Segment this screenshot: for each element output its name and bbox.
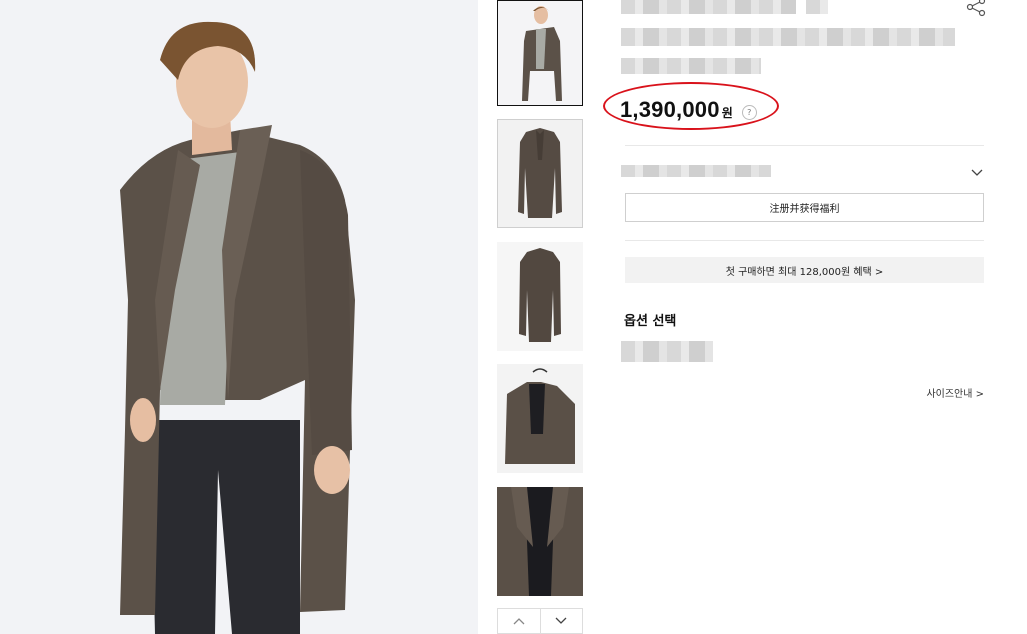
coat-lining-image [497,364,583,473]
main-product-image[interactable] [0,0,478,634]
option-select-title: 옵션 선택 [624,314,677,329]
thumbnail-1[interactable] [497,0,583,106]
thumbnail-nav [497,608,583,634]
brand-name-blurred [621,0,796,14]
size-guide-link[interactable]: 사이즈안내 > [926,385,984,400]
share-icon[interactable] [965,0,987,18]
chevron-down-icon [555,617,567,624]
chevron-up-icon [513,618,525,625]
thumb-down-button[interactable] [539,609,583,633]
divider [625,240,984,241]
thumbnail-2[interactable] [497,119,583,228]
benefit-info-blurred [621,165,771,177]
thumbnail-3[interactable] [497,242,583,351]
divider [625,145,984,146]
thumbnail-4[interactable] [497,364,583,473]
chevron-down-icon[interactable] [970,165,984,179]
product-name-blurred [621,28,955,46]
price-highlight-annotation [603,82,779,130]
first-purchase-promo-banner[interactable]: 첫 구매하면 최대 128,000원 혜택 > [625,257,984,283]
option-value-blurred [621,341,713,362]
coat-back-image [497,242,583,351]
register-benefit-button[interactable]: 注册并获得福利 [625,193,984,222]
brand-name-blurred-2 [806,0,828,14]
model-wearing-coat-illustration [0,0,478,634]
coat-front-image [498,120,582,227]
thumbnail-model-image [498,1,582,105]
coat-inside-detail-image [497,487,583,596]
product-name-blurred-2 [621,58,761,74]
thumb-up-button[interactable] [498,609,540,633]
thumbnail-5[interactable] [497,487,583,596]
